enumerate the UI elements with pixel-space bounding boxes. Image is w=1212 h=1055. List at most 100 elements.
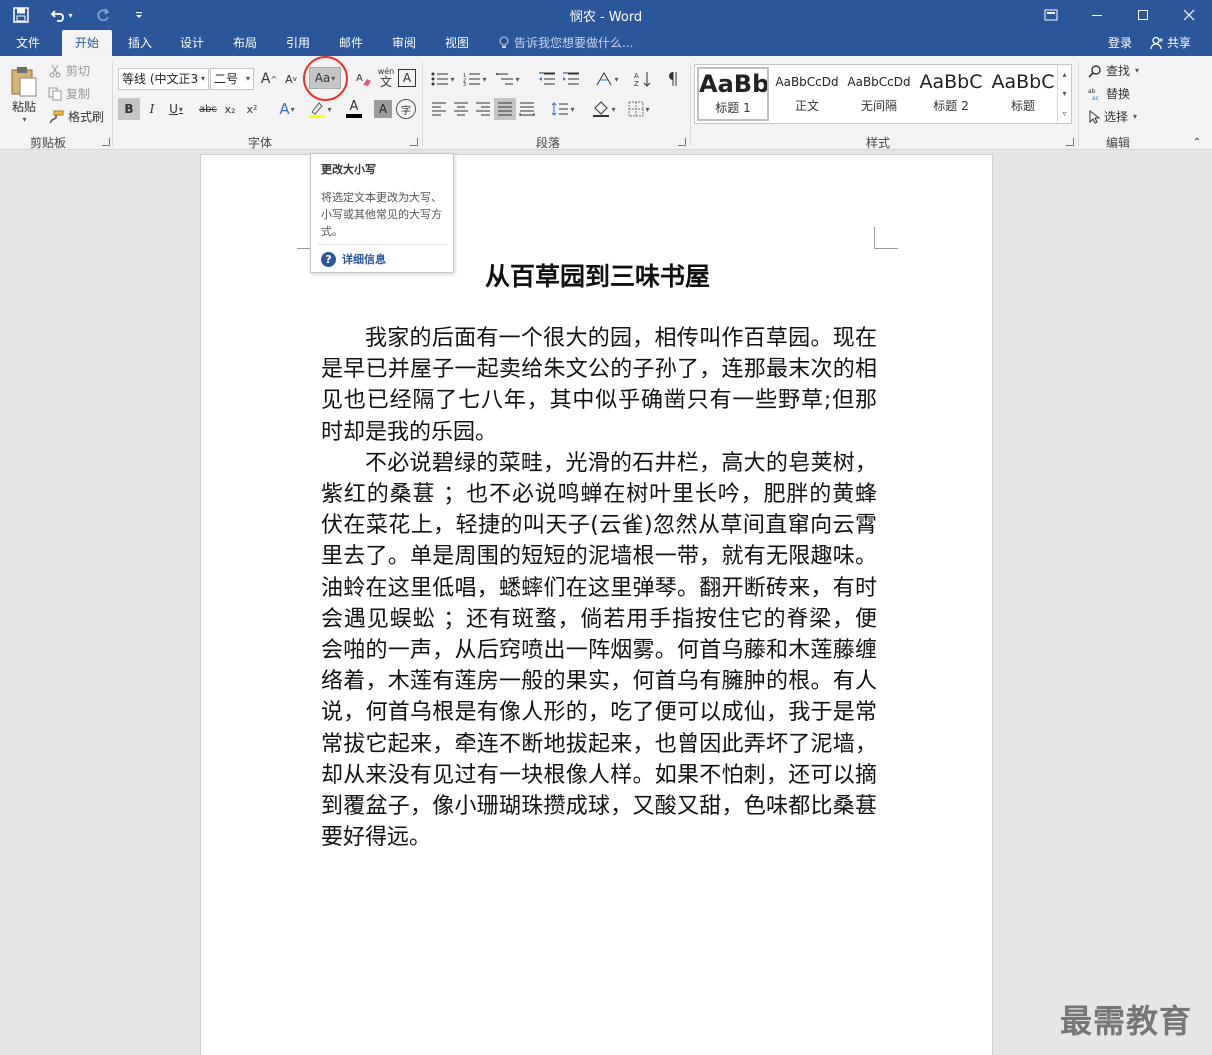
font-name-combo[interactable]: 等线 (中文正3 ▾: [118, 68, 209, 90]
paragraph-shading-button[interactable]: ▾: [588, 98, 620, 120]
style-no-spacing[interactable]: AaBbCcDd 无间隔: [843, 67, 915, 121]
cut-button[interactable]: 剪切: [48, 62, 90, 79]
chinese-layout-icon: [597, 72, 612, 86]
close-button[interactable]: [1166, 0, 1212, 30]
cursor-icon: [1089, 109, 1100, 124]
format-painter-icon: [49, 110, 64, 123]
tab-review[interactable]: 审阅: [384, 30, 424, 56]
text-effects-button[interactable]: A ▾: [272, 98, 302, 120]
highlighter-icon: [309, 102, 326, 118]
minimize-icon: [1092, 15, 1102, 16]
grow-font-button[interactable]: A ^: [260, 69, 278, 89]
style-name: 标题: [1010, 99, 1035, 113]
increase-indent-icon: [563, 72, 579, 85]
borders-icon: [628, 101, 644, 117]
font-launcher[interactable]: [410, 138, 418, 146]
style-preview: AaBbC: [991, 71, 1055, 93]
login-link[interactable]: 登录: [1108, 30, 1132, 56]
numbering-icon: 123: [463, 73, 481, 86]
font-size-combo[interactable]: 二号 ▾: [210, 68, 254, 90]
borders-button[interactable]: ▾: [624, 98, 654, 120]
increase-indent-button[interactable]: [560, 68, 582, 90]
style-preview: AaBbC: [919, 71, 983, 93]
underline-icon: U: [169, 102, 178, 116]
show-formatting-marks-button[interactable]: [664, 68, 684, 90]
style-title[interactable]: AaBbC 标题: [987, 67, 1059, 121]
more-icon[interactable]: ▿: [1062, 109, 1066, 118]
justify-icon: [498, 102, 512, 116]
align-center-button[interactable]: [450, 98, 472, 120]
tell-me-box[interactable]: 告诉我您想要做什么...: [498, 30, 633, 56]
bullets-button[interactable]: ▾: [428, 68, 458, 90]
font-color-button[interactable]: A: [338, 98, 370, 120]
ribbon-tabs: 文件 开始 插入 设计 布局 引用 邮件 审阅 视图 告诉我您想要做什么... …: [0, 30, 1212, 56]
font-group-label: 字体: [247, 136, 272, 150]
help-icon: ?: [321, 251, 336, 267]
paragraph-launcher[interactable]: [678, 138, 686, 146]
clipboard-launcher[interactable]: [102, 138, 110, 146]
styles-scroll[interactable]: ▴ ▾ ▿: [1057, 65, 1071, 123]
strikethrough-button[interactable]: abc: [196, 98, 220, 120]
document-page[interactable]: 从百草园到三味书屋 我家的后面有一个很大的园，相传叫作百草园。现在是早已并屋子一…: [200, 154, 993, 1055]
tab-view[interactable]: 视图: [437, 30, 477, 56]
tab-design[interactable]: 设计: [172, 30, 212, 56]
distributed-button[interactable]: [516, 98, 538, 120]
collapse-ribbon-button[interactable]: ⌃: [1190, 136, 1204, 148]
share-button[interactable]: 共享: [1146, 30, 1212, 56]
show-marks-icon: [669, 72, 677, 86]
format-painter-button[interactable]: 格式刷: [48, 108, 104, 125]
tab-mailings[interactable]: 邮件: [331, 30, 371, 56]
replace-button[interactable]: ab ac 替换: [1088, 85, 1130, 102]
editing-group-label: 编辑: [1105, 136, 1130, 150]
subscript-button[interactable]: x₂: [220, 98, 240, 120]
chinese-layout-button[interactable]: ▾: [592, 68, 622, 90]
bold-button[interactable]: B: [118, 98, 140, 120]
decrease-indent-button[interactable]: [536, 68, 558, 90]
tab-home[interactable]: 开始: [62, 30, 112, 56]
align-right-button[interactable]: [472, 98, 494, 120]
multilevel-list-button[interactable]: ▾: [492, 68, 524, 90]
justify-button[interactable]: [494, 98, 516, 120]
numbering-button[interactable]: 1 2 3 ▾: [460, 68, 490, 90]
superscript-button[interactable]: x²: [242, 98, 262, 120]
shrink-font-button[interactable]: Av: [282, 69, 300, 89]
paragraph-group-label: 段落: [535, 136, 560, 150]
chevron-up-icon[interactable]: ▴: [1062, 70, 1066, 79]
clear-formatting-button[interactable]: A: [355, 69, 373, 89]
phonetic-guide-button[interactable]: wén 文: [376, 67, 396, 89]
underline-button[interactable]: U ▾: [164, 98, 188, 120]
ribbon-display-options-button[interactable]: [1028, 0, 1074, 30]
minimize-button[interactable]: [1074, 0, 1120, 30]
copy-icon: [48, 87, 62, 100]
highlight-color-button[interactable]: ▾: [304, 98, 336, 120]
paste-button[interactable]: 粘贴 ▾: [6, 62, 42, 128]
paste-dropdown-icon[interactable]: ▾: [22, 115, 26, 124]
tab-insert[interactable]: 插入: [120, 30, 160, 56]
style-heading-2[interactable]: AaBbC 标题 2: [915, 67, 987, 121]
italic-button[interactable]: I: [142, 98, 162, 120]
style-name: 正文: [794, 99, 819, 113]
chevron-down-icon[interactable]: ▾: [1062, 89, 1066, 98]
maximize-button[interactable]: [1120, 0, 1166, 30]
tab-file[interactable]: 文件: [8, 30, 48, 56]
tab-references[interactable]: 引用: [278, 30, 318, 56]
select-button[interactable]: 选择 ▾: [1088, 108, 1137, 125]
tab-layout[interactable]: 布局: [225, 30, 265, 56]
tooltip-more-info-link[interactable]: ? 详细信息: [321, 251, 386, 267]
text-effects-icon: A: [279, 100, 290, 118]
document-area: 从百草园到三味书屋 我家的后面有一个很大的园，相传叫作百草园。现在是早已并屋子一…: [0, 151, 1212, 1055]
copy-button[interactable]: 复制: [48, 85, 90, 102]
character-shading-button[interactable]: A: [374, 100, 392, 118]
styles-launcher[interactable]: [1066, 138, 1074, 146]
align-left-button[interactable]: [428, 98, 450, 120]
enclose-characters-button[interactable]: 字: [396, 99, 416, 119]
chevron-down-icon: ▾: [200, 74, 205, 83]
style-heading-1[interactable]: AaBb 标题 1: [697, 67, 769, 121]
sort-icon: AZ: [634, 72, 651, 87]
find-button[interactable]: 查找 ▾: [1088, 62, 1139, 79]
style-normal[interactable]: AaBbCcDd 正文: [771, 67, 843, 121]
character-border-button[interactable]: A: [398, 69, 416, 87]
styles-group-label: 样式: [865, 136, 890, 150]
sort-button[interactable]: AZ: [632, 68, 654, 90]
line-spacing-button[interactable]: ▾: [548, 98, 578, 120]
